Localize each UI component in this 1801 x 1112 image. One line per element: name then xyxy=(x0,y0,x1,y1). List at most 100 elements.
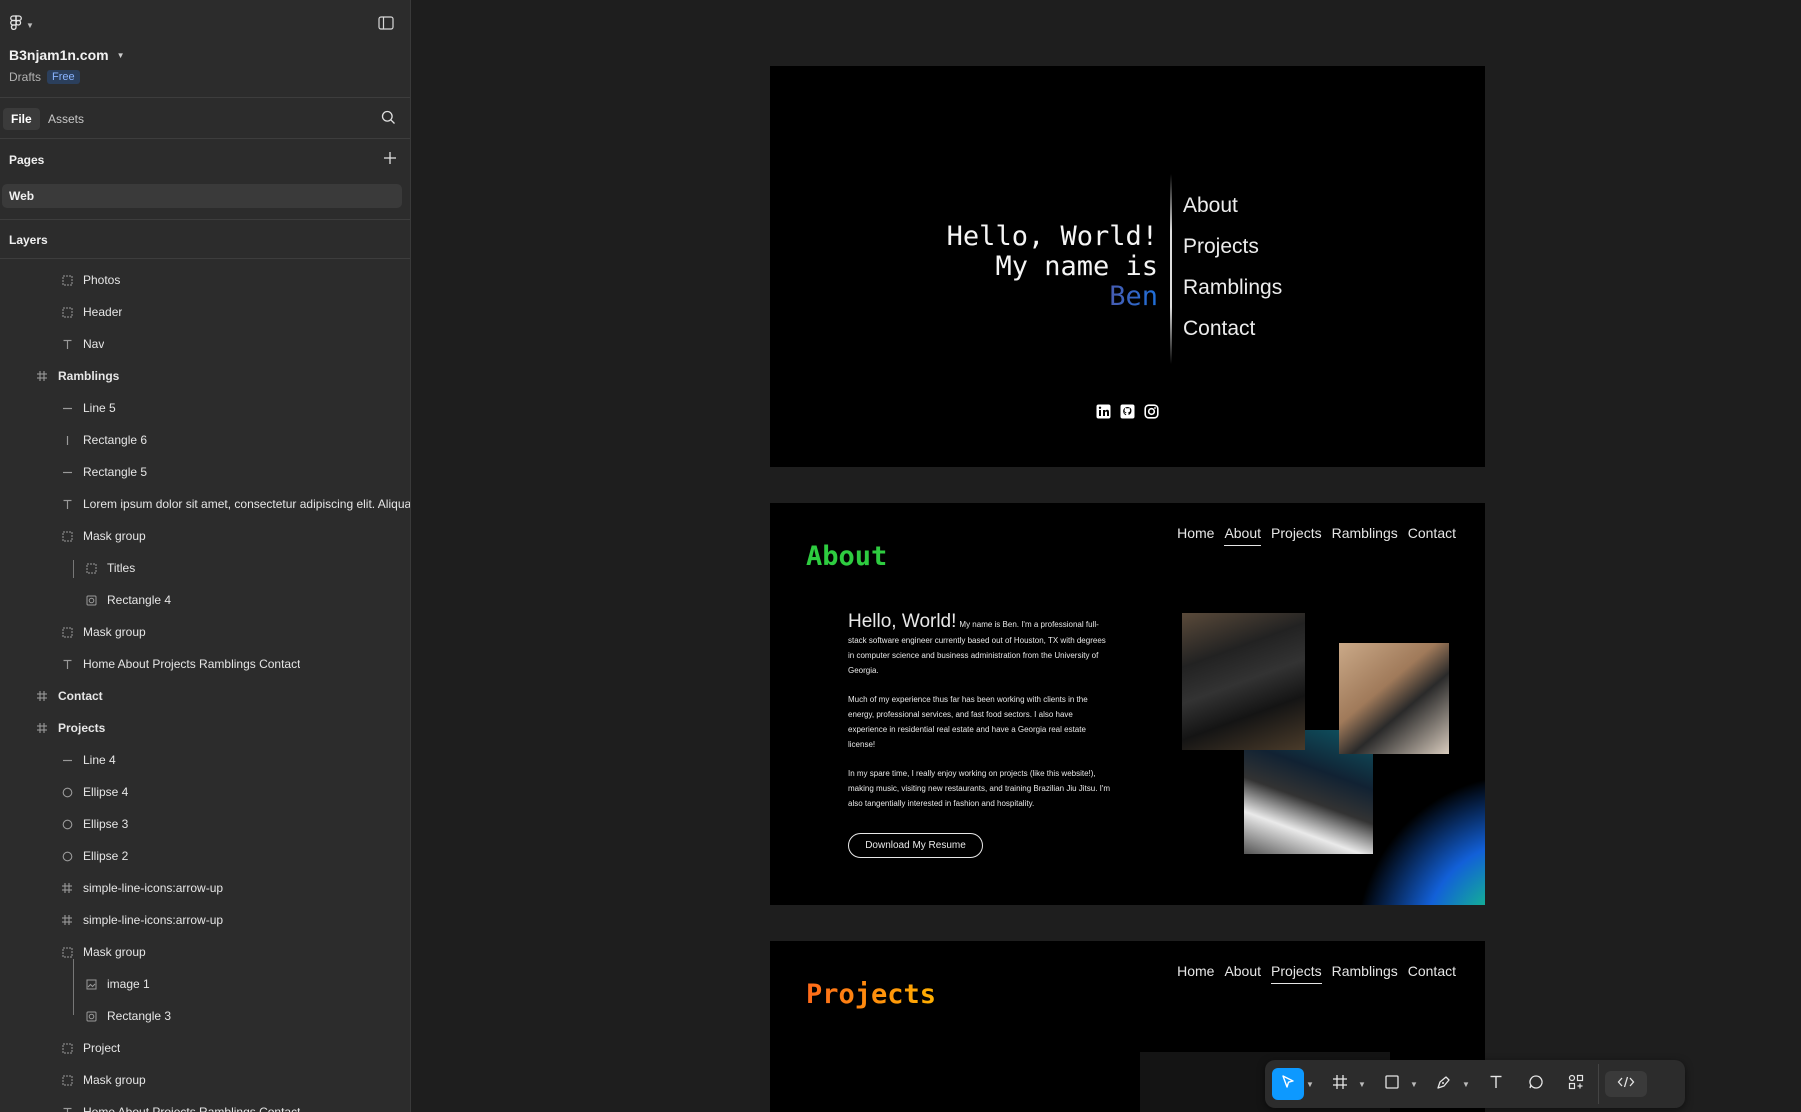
layer-item[interactable]: Rectangle 3 xyxy=(0,1000,410,1032)
nav-ramblings[interactable]: Ramblings xyxy=(1332,525,1398,546)
figma-app: ▼ B3njam1n.com ▼ Drafts Free File Assets xyxy=(0,0,1801,1112)
hero-nav-ramblings[interactable]: Ramblings xyxy=(1183,274,1282,301)
layer-item[interactable]: Nav xyxy=(0,328,410,360)
add-page-button[interactable] xyxy=(383,151,397,170)
layer-item[interactable]: simple-line-icons:arrow-up xyxy=(0,872,410,904)
layer-item[interactable]: Titles xyxy=(0,552,410,584)
ellipse-layer-icon xyxy=(60,849,74,863)
layer-label: Lorem ipsum dolor sit amet, consectetur … xyxy=(83,497,411,511)
tab-file[interactable]: File xyxy=(3,108,40,130)
layer-item[interactable]: Line 4 xyxy=(0,744,410,776)
bottom-toolbar: ▼ ▼ ▼ ▼ xyxy=(1265,1060,1685,1108)
search-layers-button[interactable] xyxy=(381,110,396,130)
chevron-down-icon[interactable]: ▼ xyxy=(1408,1080,1420,1089)
hero-nav-contact[interactable]: Contact xyxy=(1183,315,1282,342)
about-heading: Hello, World! xyxy=(848,611,957,632)
frame-tool-button[interactable] xyxy=(1324,1068,1356,1100)
chevron-down-icon[interactable]: ▼ xyxy=(1460,1080,1472,1089)
layer-item[interactable]: Rectangle 4 xyxy=(0,584,410,616)
hero-frame[interactable]: Hello, World! My name is Ben About Proje… xyxy=(770,66,1485,467)
download-resume-button[interactable]: Download My Resume xyxy=(848,833,983,858)
layer-label: Ramblings xyxy=(58,369,120,383)
hero-line-2: My name is xyxy=(995,251,1158,282)
nav-home[interactable]: Home xyxy=(1177,963,1214,984)
main-menu-button[interactable]: ▼ xyxy=(9,15,34,36)
layer-label: Rectangle 3 xyxy=(107,1009,172,1023)
group-layer-icon xyxy=(60,945,74,959)
layer-label: Home About Projects Ramblings Contact xyxy=(83,1105,301,1112)
file-name-button[interactable]: B3njam1n.com ▼ xyxy=(9,47,125,63)
about-frame[interactable]: About Home About Projects Ramblings Cont… xyxy=(770,503,1485,905)
layer-label: Photos xyxy=(83,273,121,287)
layer-item[interactable]: Photos xyxy=(0,264,410,296)
nav-ramblings[interactable]: Ramblings xyxy=(1332,963,1398,984)
layer-item[interactable]: Header xyxy=(0,296,410,328)
plus-icon xyxy=(383,152,397,169)
layer-item[interactable]: Mask group xyxy=(0,616,410,648)
layer-item[interactable]: Mask group xyxy=(0,1064,410,1096)
drafts-link[interactable]: Drafts xyxy=(9,70,41,84)
mask-layer-icon xyxy=(84,1009,98,1023)
chevron-down-icon[interactable]: ▼ xyxy=(1304,1080,1316,1089)
move-tool-button[interactable] xyxy=(1272,1068,1304,1100)
layer-label: Rectangle 4 xyxy=(107,593,172,607)
layer-item[interactable]: Ramblings xyxy=(0,360,410,392)
layer-item[interactable]: Ellipse 4 xyxy=(0,776,410,808)
text-tool-button[interactable] xyxy=(1480,1068,1512,1100)
hero-divider xyxy=(1170,174,1172,364)
layer-item[interactable]: Lorem ipsum dolor sit amet, consectetur … xyxy=(0,488,411,520)
layer-label: Project xyxy=(83,1041,121,1055)
pages-header: Pages xyxy=(9,153,45,167)
frame-layer-icon xyxy=(60,913,74,927)
dev-mode-toggle[interactable] xyxy=(1605,1071,1647,1097)
layer-item[interactable]: Project xyxy=(0,1032,410,1064)
actions-button[interactable] xyxy=(1560,1068,1592,1100)
hero-name: Ben xyxy=(947,282,1158,312)
hero-nav-projects[interactable]: Projects xyxy=(1183,233,1282,260)
chevron-down-icon[interactable]: ▼ xyxy=(1356,1080,1368,1089)
tab-assets[interactable]: Assets xyxy=(40,108,92,130)
group-layer-icon xyxy=(60,273,74,287)
group-layer-icon xyxy=(60,529,74,543)
layer-label: Titles xyxy=(107,561,136,575)
nav-contact[interactable]: Contact xyxy=(1408,525,1456,546)
layer-item[interactable]: Rectangle 5 xyxy=(0,456,410,488)
group-layer-icon xyxy=(60,305,74,319)
ellipse-layer-icon xyxy=(60,817,74,831)
pen-tool-button[interactable] xyxy=(1428,1068,1460,1100)
instagram-icon[interactable] xyxy=(1143,403,1159,419)
layer-item[interactable]: simple-line-icons:arrow-up xyxy=(0,904,410,936)
comment-tool-button[interactable] xyxy=(1520,1068,1552,1100)
rectangle-icon xyxy=(1384,1074,1400,1095)
layer-item[interactable]: Home About Projects Ramblings Contact xyxy=(0,648,410,680)
layers-header: Layers xyxy=(9,233,48,247)
sidebar-toggle-button[interactable] xyxy=(378,16,394,35)
github-icon[interactable] xyxy=(1119,403,1135,419)
layer-item[interactable]: Contact xyxy=(0,680,410,712)
hero-nav-about[interactable]: About xyxy=(1183,192,1282,219)
layer-item[interactable]: Mask group xyxy=(0,520,410,552)
nav-contact[interactable]: Contact xyxy=(1408,963,1456,984)
page-item-web[interactable]: Web xyxy=(2,184,402,208)
nav-about[interactable]: About xyxy=(1224,525,1262,546)
layer-item[interactable]: Ellipse 2 xyxy=(0,840,410,872)
nav-home[interactable]: Home xyxy=(1177,525,1214,546)
layer-item[interactable]: Projects xyxy=(0,712,410,744)
layer-item[interactable]: Home About Projects Ramblings Contact xyxy=(0,1096,410,1112)
comment-icon xyxy=(1528,1074,1544,1095)
group-layer-icon xyxy=(60,625,74,639)
linkedin-icon[interactable] xyxy=(1095,403,1111,419)
nav-projects[interactable]: Projects xyxy=(1271,525,1322,546)
group-layer-icon xyxy=(60,1073,74,1087)
shape-tool-button[interactable] xyxy=(1376,1068,1408,1100)
layer-item[interactable]: Ellipse 3 xyxy=(0,808,410,840)
gradient-glow xyxy=(1355,773,1485,905)
nav-about[interactable]: About xyxy=(1224,963,1261,984)
layer-item[interactable]: Line 5 xyxy=(0,392,410,424)
design-canvas[interactable]: Hello, World! My name is Ben About Proje… xyxy=(412,0,1801,1112)
layer-item[interactable]: Mask group xyxy=(0,936,410,968)
layer-item[interactable]: image 1 xyxy=(0,968,410,1000)
layer-item[interactable]: Rectangle 6 xyxy=(0,424,410,456)
projects-nav: Home About Projects Ramblings Contact xyxy=(1177,963,1456,984)
nav-projects[interactable]: Projects xyxy=(1271,963,1322,984)
